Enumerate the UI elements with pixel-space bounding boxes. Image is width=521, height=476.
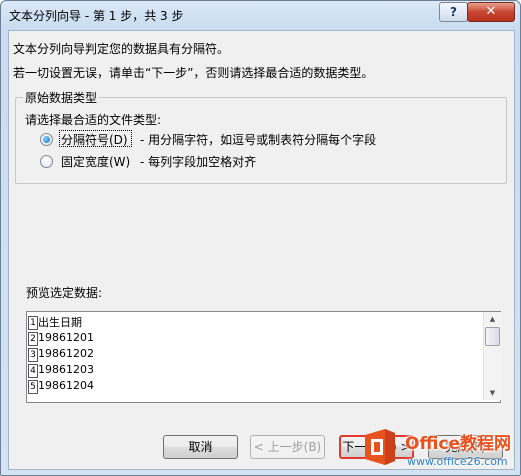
option-fixed-width-label[interactable]: 固定宽度(W) — [61, 153, 130, 170]
radio-fixed-width[interactable] — [40, 155, 53, 168]
preview-row-text: 19861204 — [38, 379, 94, 392]
row-number: 3 — [28, 348, 38, 362]
window-title: 文本分列向导 - 第 1 步，共 3 步 — [9, 9, 184, 23]
row-number: 1 — [28, 316, 38, 330]
radio-selected-dot — [43, 136, 50, 143]
dialog-body: 文本分列向导判定您的数据具有分隔符。 若一切设置无误，请单击“下一步”，否则请选… — [8, 30, 515, 470]
vertical-scrollbar[interactable]: ▲ ▼ — [483, 312, 501, 400]
preview-row-text: 19861202 — [38, 347, 94, 360]
intro-line-1: 文本分列向导判定您的数据具有分隔符。 — [13, 42, 230, 56]
watermark-url: www.office26.com — [407, 455, 508, 468]
help-icon: ? — [450, 5, 457, 19]
row-number: 5 — [28, 380, 38, 394]
data-preview[interactable]: 1 出生日期 2 19861201 3 19861202 4 19861203 … — [26, 311, 501, 403]
office-logo-icon — [365, 429, 395, 465]
option-delimited-description: - 用分隔字符，如逗号或制表符分隔每个字段 — [140, 133, 377, 147]
help-button[interactable]: ? — [439, 2, 468, 22]
row-number: 2 — [28, 332, 38, 346]
intro-line-2: 若一切设置无误，请单击“下一步”，否则请选择最合适的数据类型。 — [13, 66, 374, 80]
dialog-window: 文本分列向导 - 第 1 步，共 3 步 ? ✕ 文本分列向导判定您的数据具有分… — [0, 0, 521, 476]
close-icon: ✕ — [485, 4, 497, 19]
option-delimited-label[interactable]: 分隔符号(D) — [61, 131, 128, 148]
title-bar[interactable]: 文本分列向导 - 第 1 步，共 3 步 ? ✕ — [1, 1, 520, 27]
option-fixed-width-description: - 每列字段加空格对齐 — [140, 155, 257, 169]
file-type-prompt: 请选择最合适的文件类型: — [25, 113, 162, 127]
scroll-thumb[interactable] — [485, 327, 500, 346]
watermark: Office教程网 www.office26.com — [349, 423, 520, 475]
close-button[interactable]: ✕ — [467, 2, 515, 22]
preview-label: 预览选定数据: — [26, 286, 103, 300]
raw-data-type-legend: 原始数据类型 — [23, 89, 100, 106]
preview-row-text: 19861201 — [38, 331, 94, 344]
preview-row-text: 19861203 — [38, 363, 94, 376]
back-button[interactable]: < 上一步(B) — [250, 435, 325, 459]
row-number: 4 — [28, 364, 38, 378]
cancel-button[interactable]: 取消 — [163, 435, 238, 459]
watermark-name: Office教程网 — [405, 434, 512, 454]
scroll-down-arrow-icon[interactable]: ▼ — [484, 386, 501, 400]
scroll-up-arrow-icon[interactable]: ▲ — [484, 312, 501, 326]
radio-delimited[interactable] — [40, 133, 53, 146]
preview-row-text: 出生日期 — [38, 316, 82, 329]
